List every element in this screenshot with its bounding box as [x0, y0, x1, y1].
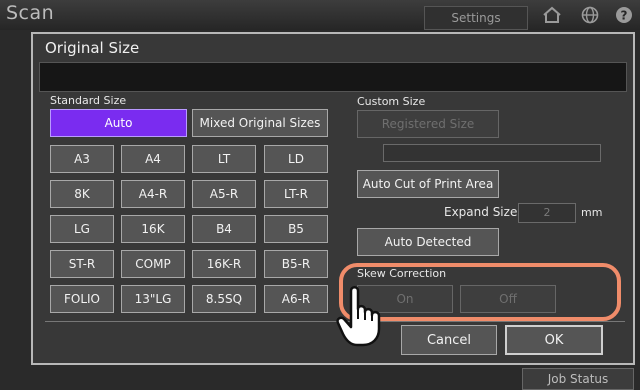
- size-button-16k-r[interactable]: 16K-R: [192, 250, 256, 278]
- globe-icon[interactable]: [576, 6, 604, 28]
- original-size-dialog: Original Size Standard Size Auto Mixed O…: [31, 32, 635, 365]
- size-button-lg[interactable]: LG: [50, 215, 114, 243]
- registered-size-field: [383, 144, 601, 162]
- size-button-folio[interactable]: FOLIO: [50, 285, 114, 313]
- skew-correction-off-button[interactable]: Off: [460, 285, 556, 313]
- size-button-16k[interactable]: 16K: [121, 215, 185, 243]
- standard-size-label: Standard Size: [50, 94, 127, 107]
- size-button-ld[interactable]: LD: [264, 145, 328, 173]
- expand-size-input[interactable]: 2: [518, 203, 576, 223]
- size-button-st-r[interactable]: ST-R: [50, 250, 114, 278]
- job-status-button[interactable]: Job Status: [522, 368, 634, 390]
- size-button-lt[interactable]: LT: [192, 145, 256, 173]
- ok-button[interactable]: OK: [505, 325, 603, 355]
- svg-text:?: ?: [621, 9, 628, 23]
- home-icon[interactable]: [538, 6, 566, 28]
- registered-size-button: Registered Size: [357, 110, 499, 138]
- top-bar: Scan Settings ?: [0, 0, 640, 30]
- size-button-13-lg[interactable]: 13"LG: [121, 285, 185, 313]
- app-title: Scan: [6, 2, 55, 24]
- dialog-title: Original Size: [45, 39, 140, 57]
- expand-size-unit: mm: [581, 206, 603, 219]
- size-button-8-5sq[interactable]: 8.5SQ: [192, 285, 256, 313]
- hand-pointer-icon: [335, 283, 387, 347]
- size-button-a6-r[interactable]: A6-R: [264, 285, 328, 313]
- cancel-button[interactable]: Cancel: [401, 325, 497, 355]
- size-button-b4[interactable]: B4: [192, 215, 256, 243]
- size-button-8k[interactable]: 8K: [50, 180, 114, 208]
- size-button-a3[interactable]: A3: [50, 145, 114, 173]
- auto-detected-button[interactable]: Auto Detected: [357, 228, 499, 256]
- mixed-original-sizes-button[interactable]: Mixed Original Sizes: [192, 109, 328, 137]
- registered-size-label: Registered Size: [381, 117, 475, 131]
- skew-correction-label: Skew Correction: [357, 267, 447, 280]
- auto-size-button[interactable]: Auto: [50, 109, 187, 137]
- size-button-a4[interactable]: A4: [121, 145, 185, 173]
- size-button-a4-r[interactable]: A4-R: [121, 180, 185, 208]
- message-bar: [39, 62, 627, 92]
- size-button-b5[interactable]: B5: [264, 215, 328, 243]
- settings-tab[interactable]: Settings: [424, 6, 528, 30]
- size-button-lt-r[interactable]: LT-R: [264, 180, 328, 208]
- size-button-b5-r[interactable]: B5-R: [264, 250, 328, 278]
- auto-cut-print-area-button[interactable]: Auto Cut of Print Area: [357, 170, 499, 198]
- size-button-a5-r[interactable]: A5-R: [192, 180, 256, 208]
- help-icon[interactable]: ?: [610, 6, 638, 28]
- custom-size-label: Custom Size: [357, 95, 426, 108]
- size-button-comp[interactable]: COMP: [121, 250, 185, 278]
- expand-size-label: Expand Size: [444, 205, 518, 219]
